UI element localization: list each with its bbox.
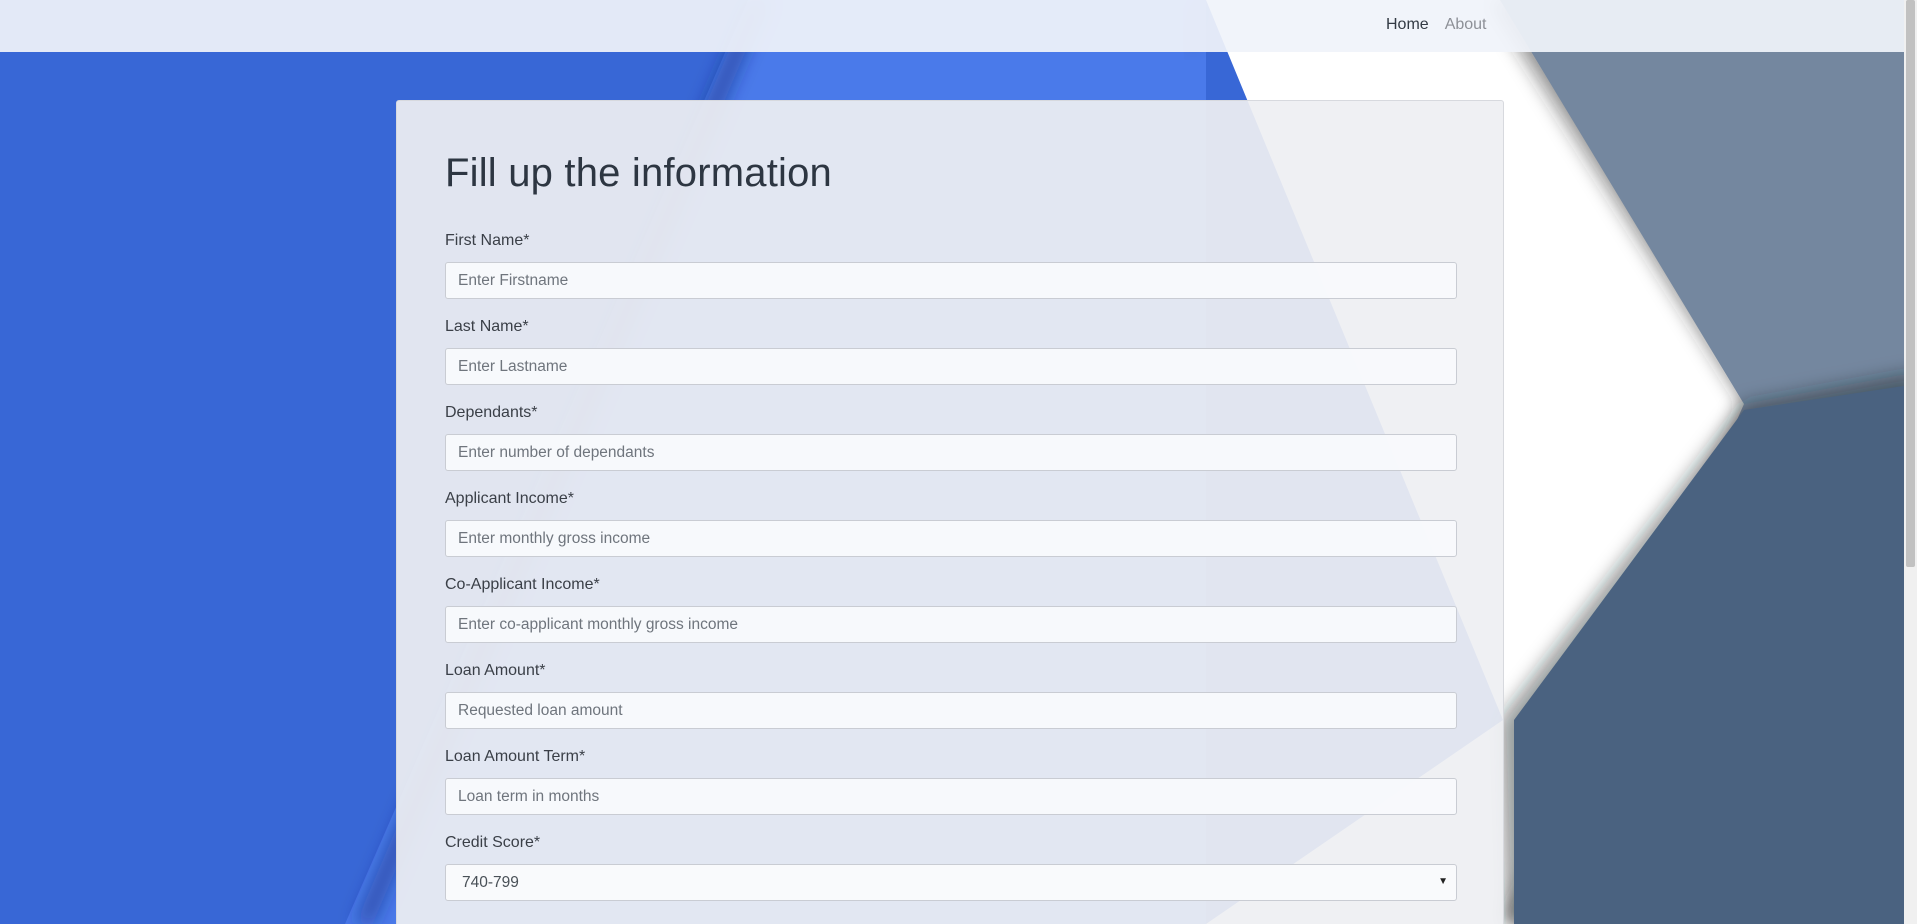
loan-amount-input[interactable]	[445, 692, 1457, 729]
co-applicant-income-label: Co-Applicant Income*	[445, 576, 600, 593]
first-name-input[interactable]	[445, 262, 1457, 299]
applicant-income-label: Applicant Income*	[445, 490, 574, 507]
credit-score-selected-value: 740-799	[462, 873, 519, 891]
dependants-input[interactable]	[445, 434, 1457, 471]
top-navbar: Home About	[0, 0, 1904, 52]
loan-form-card: Fill up the information First Name* Last…	[396, 100, 1504, 924]
dropdown-arrow-icon: ▼	[1438, 876, 1448, 887]
last-name-label: Last Name*	[445, 318, 529, 335]
nav-about-link[interactable]: About	[1445, 16, 1487, 34]
loan-amount-term-input[interactable]	[445, 778, 1457, 815]
loan-amount-term-label: Loan Amount Term*	[445, 748, 586, 765]
form-title: Fill up the information	[445, 151, 833, 195]
last-name-input[interactable]	[445, 348, 1457, 385]
vertical-scrollbar[interactable]	[1904, 0, 1917, 924]
credit-score-label: Credit Score*	[445, 834, 541, 851]
page: Home About Fill up the information First…	[0, 0, 1917, 924]
co-applicant-income-input[interactable]	[445, 606, 1457, 643]
first-name-label: First Name*	[445, 232, 530, 249]
scrollbar-thumb[interactable]	[1906, 0, 1915, 567]
nav-home-link[interactable]: Home	[1386, 16, 1429, 34]
dependants-label: Dependants*	[445, 404, 538, 421]
loan-amount-label: Loan Amount*	[445, 662, 546, 679]
credit-score-select[interactable]: 740-799 ▼	[445, 864, 1457, 901]
nav-links: Home About	[1386, 0, 1487, 50]
applicant-income-input[interactable]	[445, 520, 1457, 557]
